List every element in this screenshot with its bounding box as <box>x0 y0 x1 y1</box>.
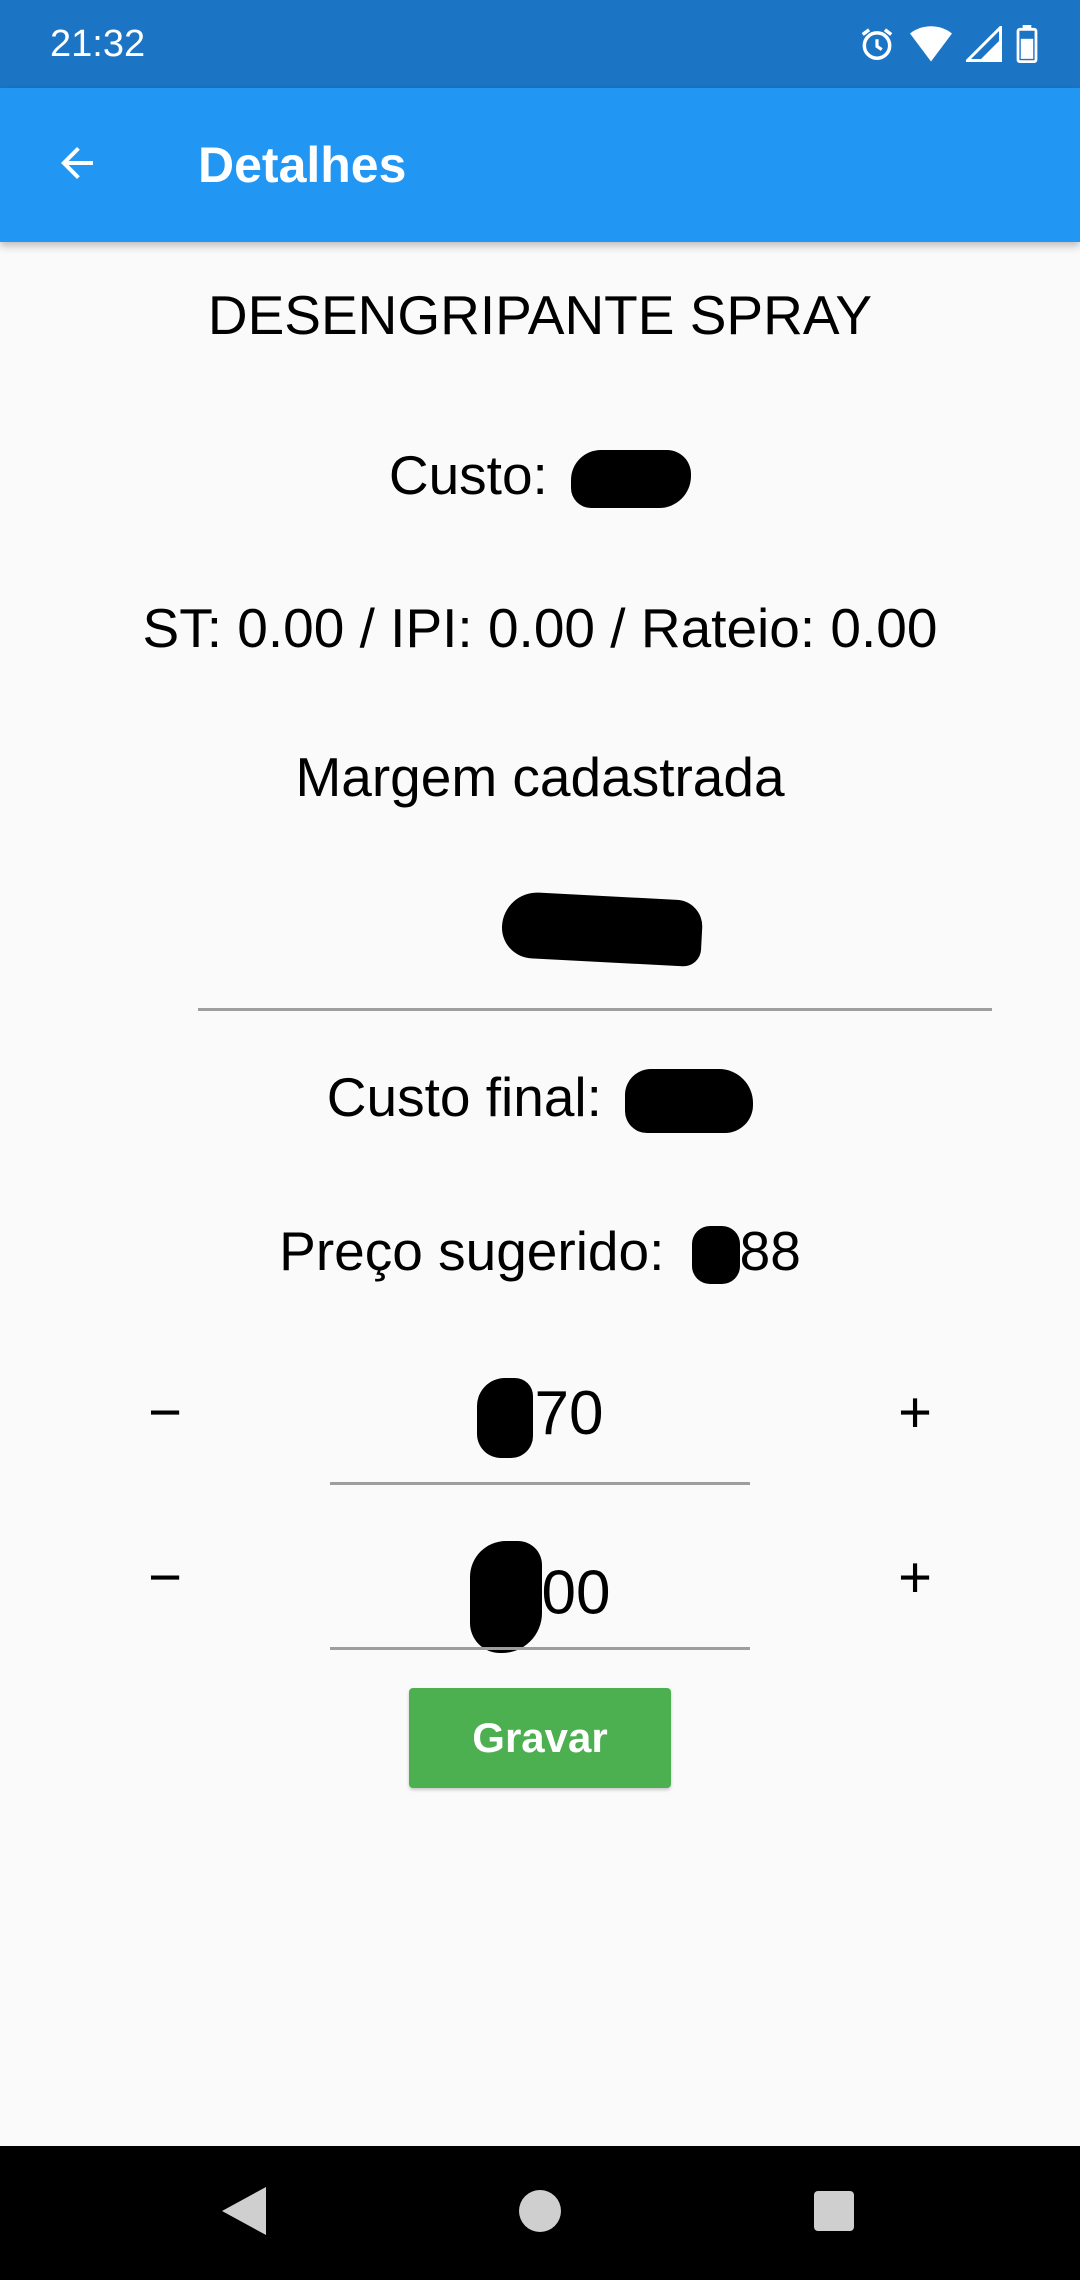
nav-recents-button[interactable] <box>784 2176 884 2250</box>
stepper-underline-2 <box>330 1647 750 1650</box>
stepper-value-2: 00 <box>541 1558 611 1628</box>
stepper-value-1: 70 <box>534 1379 604 1448</box>
arrow-left-icon <box>53 139 101 192</box>
stepper-input-1[interactable]: 70 <box>330 1376 750 1458</box>
nav-back-button[interactable] <box>194 2176 294 2250</box>
taxes-text: ST: 0.00 / IPI: 0.00 / Rateio: 0.00 <box>142 597 938 659</box>
page-title: Detalhes <box>198 137 407 193</box>
margin-label: Margem cadastrada <box>295 746 785 808</box>
stepper-input-2[interactable]: 00 <box>330 1541 750 1653</box>
suggested-price-label: Preço sugerido: <box>279 1220 665 1282</box>
increment-button-2[interactable]: + <box>870 1533 960 1623</box>
redacted-cost <box>571 450 692 509</box>
save-button[interactable]: Gravar <box>409 1688 671 1788</box>
navigation-bar <box>0 2146 1080 2280</box>
status-time: 21:32 <box>50 23 146 65</box>
alarm-icon <box>858 25 896 63</box>
minus-icon: − <box>148 1380 182 1445</box>
redacted-final-cost <box>625 1069 754 1134</box>
redacted-price-digit <box>691 1226 740 1285</box>
cost-row: Custo: <box>0 442 1080 509</box>
square-recents-icon <box>814 2190 854 2236</box>
battery-icon <box>1016 25 1038 63</box>
signal-icon <box>966 26 1002 62</box>
margin-input[interactable] <box>198 860 992 1016</box>
increment-button-1[interactable]: + <box>870 1368 960 1458</box>
suggested-price-visible-digits: 88 <box>739 1220 801 1282</box>
redacted-stepper-digit-2 <box>469 1541 542 1653</box>
margin-input-underline <box>198 1008 992 1011</box>
circle-home-icon <box>519 2189 561 2237</box>
stepper-underline-1 <box>330 1482 750 1485</box>
triangle-back-icon <box>222 2186 266 2240</box>
wifi-icon <box>910 26 952 62</box>
status-icons <box>858 24 1038 64</box>
suggested-price-row: Preço sugerido: 88 <box>0 1218 1080 1285</box>
minus-icon: − <box>148 1545 182 1610</box>
nav-home-button[interactable] <box>490 2176 590 2250</box>
plus-icon: + <box>898 1545 932 1610</box>
decrement-button-1[interactable]: − <box>120 1368 210 1458</box>
final-cost-row: Custo final: <box>0 1064 1080 1134</box>
redacted-stepper-digit-1 <box>476 1377 533 1458</box>
cost-label: Custo: <box>388 444 548 506</box>
product-name: DESENGRIPANTE SPRAY <box>207 284 873 346</box>
status-bar: 21:32 <box>0 0 1080 88</box>
redacted-margin-value <box>500 890 704 968</box>
final-cost-label: Custo final: <box>326 1066 602 1128</box>
decrement-button-2[interactable]: − <box>120 1533 210 1623</box>
plus-icon: + <box>898 1380 932 1445</box>
back-button[interactable] <box>30 118 124 212</box>
app-bar: Detalhes <box>0 88 1080 242</box>
